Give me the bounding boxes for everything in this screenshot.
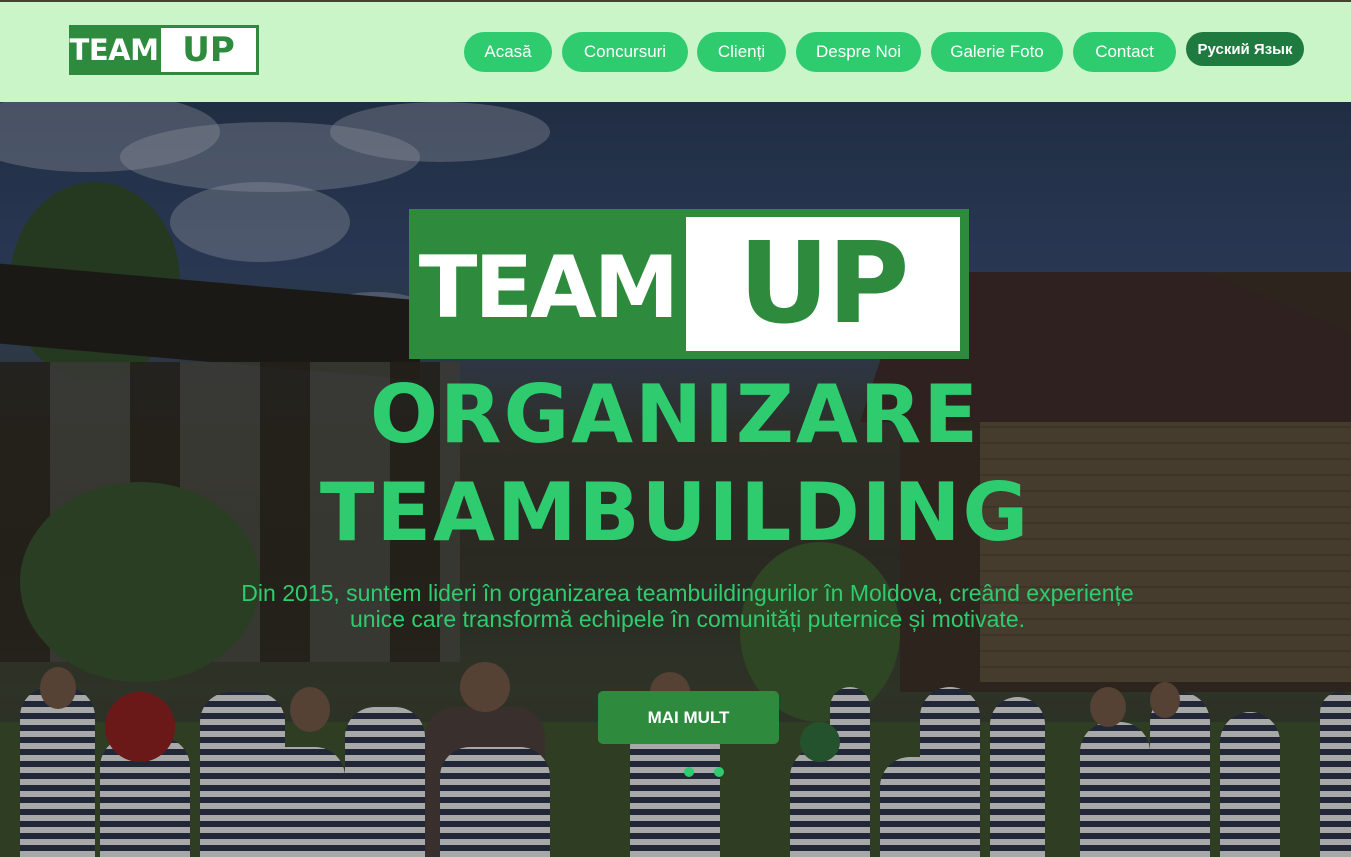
logo-up-text: UP xyxy=(161,28,256,72)
site-logo[interactable]: TEAM UP xyxy=(69,25,259,75)
nav-clients[interactable]: Clienți xyxy=(697,32,786,72)
nav-about[interactable]: Despre Noi xyxy=(796,32,921,72)
more-button[interactable]: MAI MULT xyxy=(598,691,779,744)
slider-dot-2[interactable] xyxy=(714,767,724,777)
hero-title: ORGANIZARE TEAMBUILDING xyxy=(250,366,1100,562)
hero-logo-team-text: TEAM xyxy=(418,238,680,338)
nav-contact[interactable]: Contact xyxy=(1073,32,1176,72)
language-switch-button[interactable]: Руский Язык xyxy=(1186,32,1304,66)
hero-title-line1: ORGANIZARE xyxy=(369,368,981,461)
nav-contests[interactable]: Concursuri xyxy=(562,32,688,72)
hero-title-line2: TEAMBUILDING xyxy=(319,466,1031,559)
hero-logo-up-text: UP xyxy=(686,217,960,351)
hero-description: Din 2015, suntem lideri în organizarea t… xyxy=(241,580,1134,632)
nav-home[interactable]: Acasă xyxy=(464,32,552,72)
navbar: TEAM UP Acasă Concursuri Clienți Despre … xyxy=(0,2,1351,102)
logo-team-text: TEAM xyxy=(69,33,159,67)
slider-dot-1[interactable] xyxy=(684,767,694,777)
nav-gallery[interactable]: Galerie Foto xyxy=(931,32,1063,72)
hero-logo: TEAM UP xyxy=(409,209,969,359)
hero-section: TEAM UP ORGANIZARE TEAMBUILDING Din 2015… xyxy=(0,102,1351,857)
